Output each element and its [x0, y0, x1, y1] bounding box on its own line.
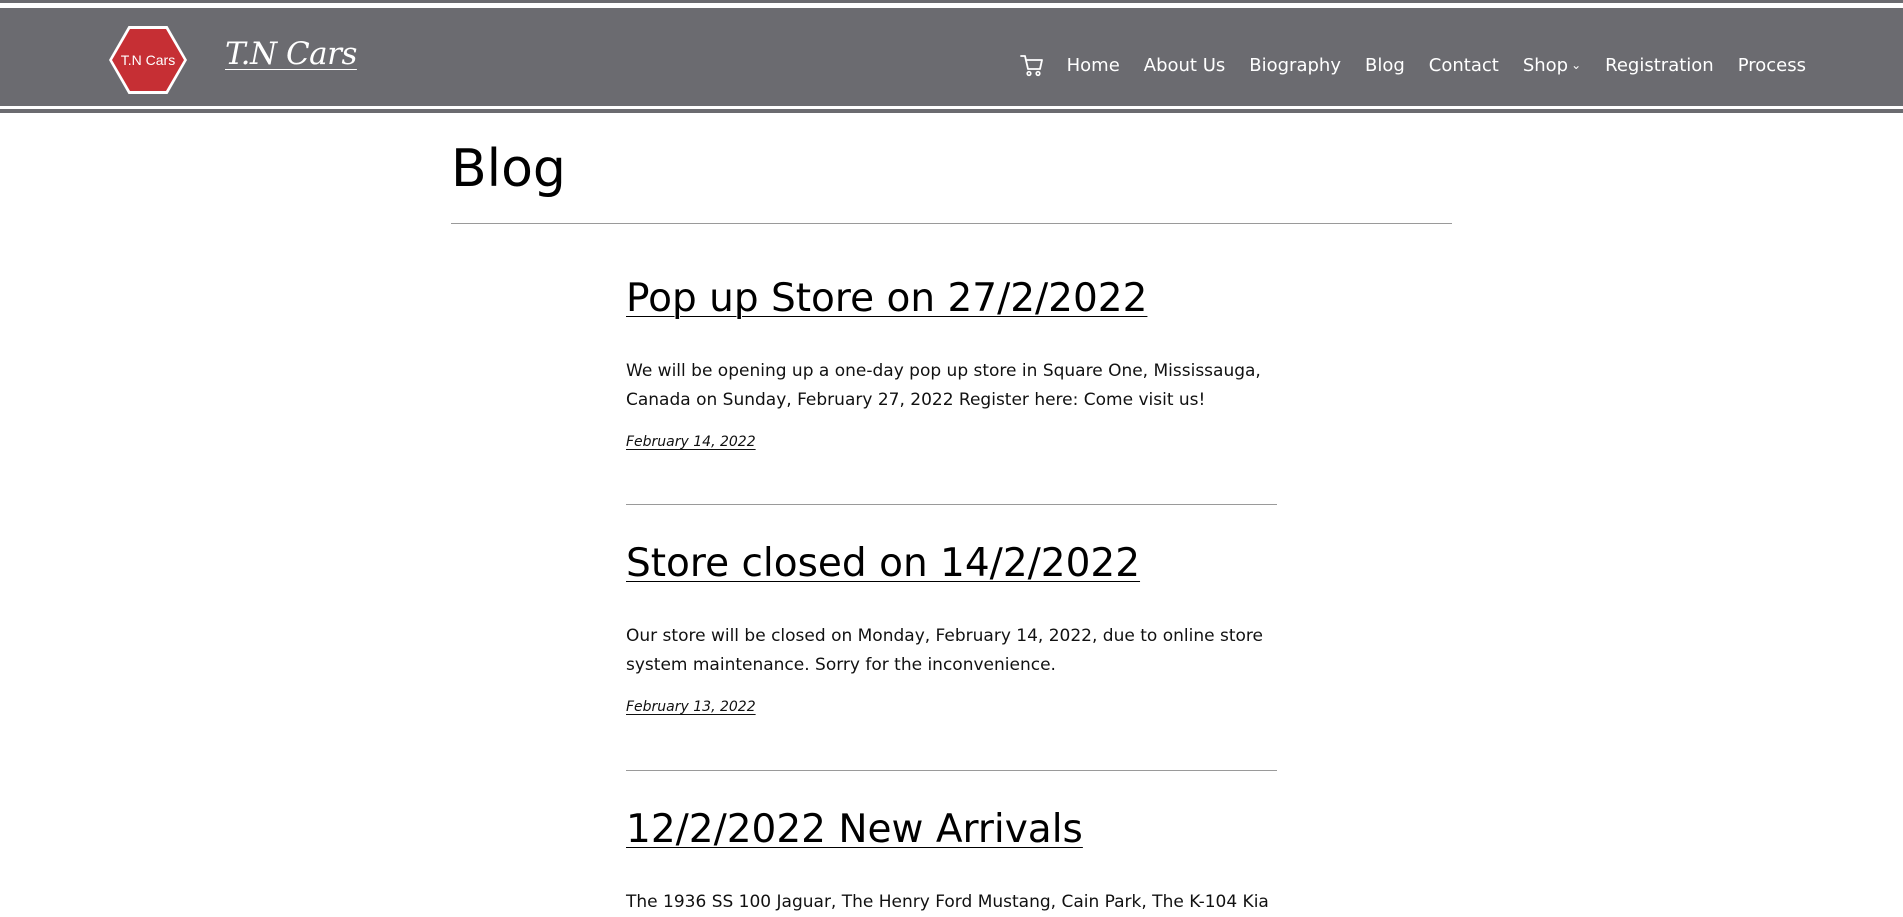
post-date[interactable]: February 14, 2022	[626, 434, 756, 450]
blog-post: 12/2/2022 New Arrivals The 1936 SS 100 J…	[626, 807, 1277, 917]
header-top-stripe	[0, 0, 1903, 3]
nav-shop[interactable]: Shop ⌄	[1523, 55, 1581, 76]
nav-registration[interactable]: Registration	[1605, 55, 1714, 76]
post-title[interactable]: Store closed on 14/2/2022	[626, 541, 1277, 588]
blog-post: Store closed on 14/2/2022 Our store will…	[626, 541, 1277, 715]
main-nav: Home About Us Biography Blog Contact Sho…	[1019, 52, 1806, 78]
nav-contact[interactable]: Contact	[1429, 55, 1499, 76]
title-divider	[451, 223, 1452, 224]
post-title[interactable]: Pop up Store on 27/2/2022	[626, 276, 1277, 323]
chevron-down-icon: ⌄	[1571, 57, 1582, 72]
page-title: Blog	[451, 139, 566, 199]
nav-process[interactable]: Process	[1738, 55, 1806, 76]
logo-text: T.N Cars	[112, 29, 184, 91]
post-title[interactable]: 12/2/2022 New Arrivals	[626, 807, 1277, 854]
site-header: T.N Cars T.N Cars Home About Us Biograph…	[0, 8, 1903, 106]
nav-biography[interactable]: Biography	[1249, 55, 1341, 76]
post-excerpt: We will be opening up a one-day pop up s…	[626, 360, 1261, 410]
post-excerpt: The 1936 SS 100 Jaguar, The Henry Ford M…	[626, 891, 1269, 912]
nav-home[interactable]: Home	[1067, 55, 1120, 76]
nav-about-us[interactable]: About Us	[1144, 55, 1226, 76]
blog-post: Pop up Store on 27/2/2022 We will be ope…	[626, 276, 1277, 450]
nav-shop-label: Shop	[1522, 54, 1569, 76]
site-logo[interactable]: T.N Cars	[109, 26, 187, 94]
site-title[interactable]: T.N Cars	[225, 36, 357, 72]
nav-blog[interactable]: Blog	[1365, 55, 1405, 76]
post-divider	[626, 770, 1277, 771]
post-divider	[626, 504, 1277, 505]
cart-icon[interactable]	[1019, 52, 1045, 78]
header-bottom-stripe	[0, 109, 1903, 113]
post-excerpt: Our store will be closed on Monday, Febr…	[626, 625, 1263, 675]
post-date[interactable]: February 13, 2022	[626, 699, 756, 715]
